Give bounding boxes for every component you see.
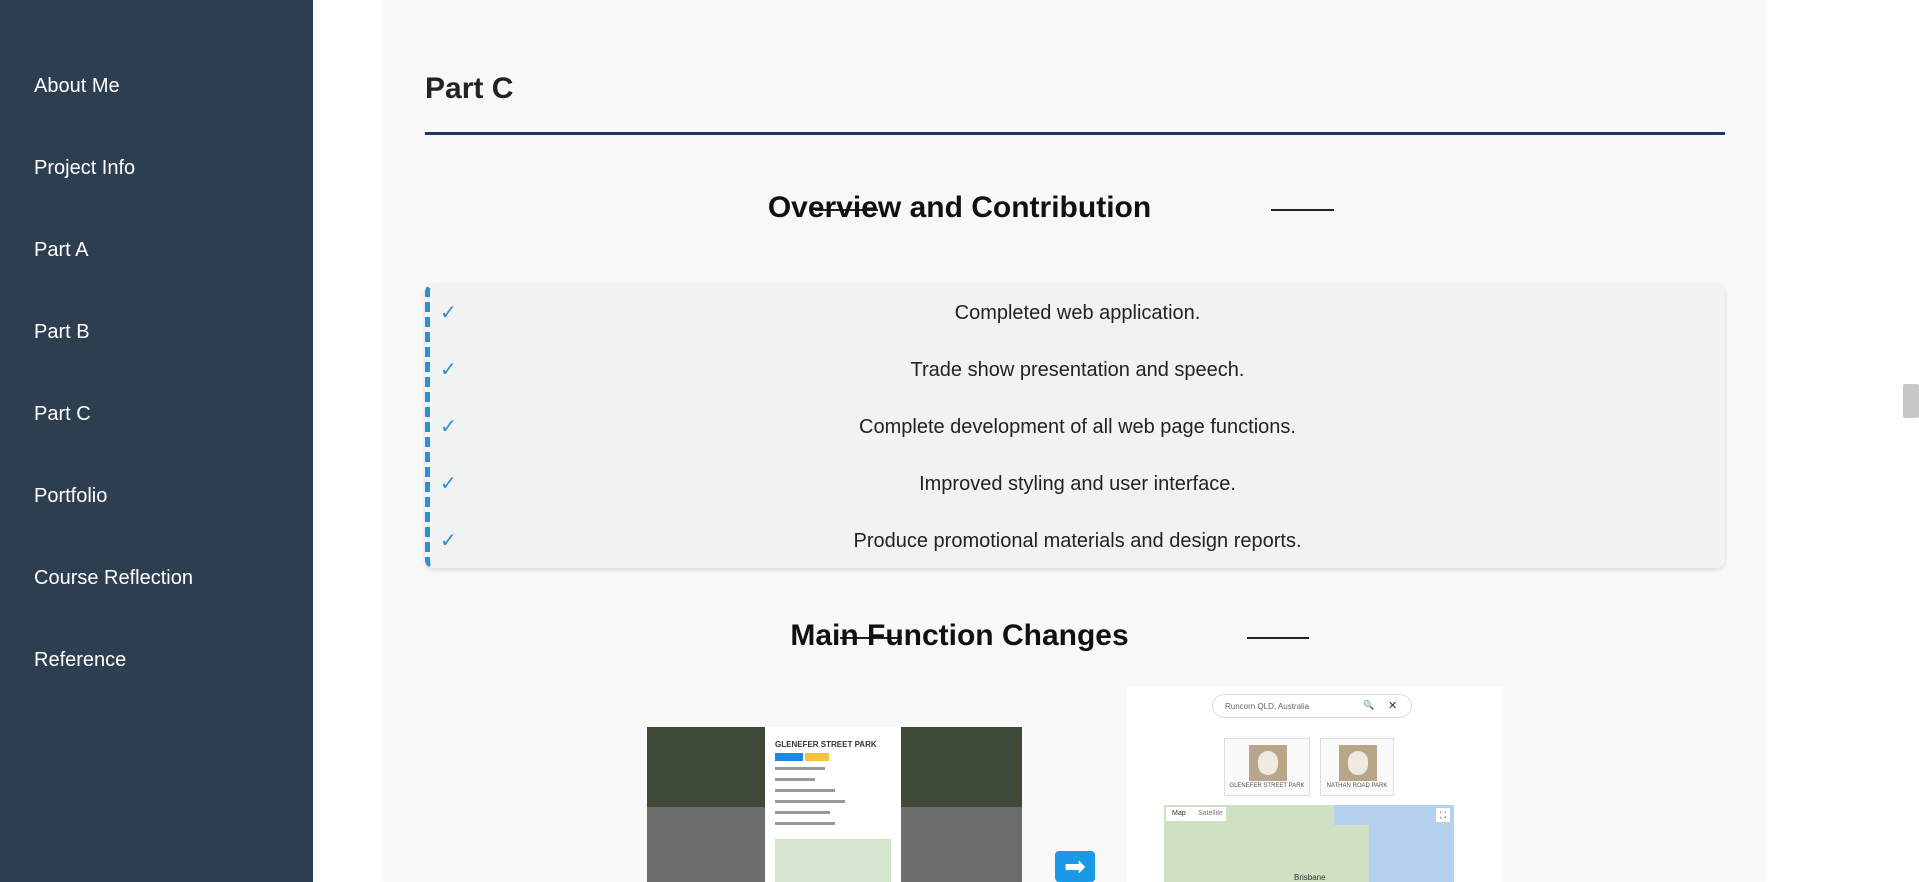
fullscreen-icon: ⛶: [1436, 808, 1450, 822]
popup-map-thumbnail: [775, 839, 891, 882]
overview-heading: Overview and Contribution: [0, 191, 1919, 225]
checklist-item-text: Trade show presentation and speech.: [910, 359, 1245, 381]
checklist-item: ✓ Completed web application.: [430, 298, 1725, 328]
close-icon: ✕: [1388, 700, 1398, 712]
checklist-item: ✓ Complete development of all web page f…: [430, 412, 1725, 442]
sidebar-item-part-a[interactable]: Part A: [34, 238, 88, 262]
popup-text-line: [775, 800, 845, 803]
changes-heading-text: Main Function Changes: [790, 619, 1129, 652]
popup-text-line: [775, 789, 835, 792]
heading-line-right: [1247, 637, 1309, 639]
map-type-tabs: Map Satellite: [1166, 807, 1226, 821]
heading-line-right: [1271, 209, 1334, 211]
popup-button-blue: [775, 753, 803, 761]
sidebar-item-about-me[interactable]: About Me: [34, 74, 120, 98]
before-screenshot: GLENEFER STREET PARK: [647, 727, 1022, 882]
contribution-checklist: ✓ Completed web application. ✓ Trade sho…: [425, 284, 1725, 568]
map-tab-map: Map: [1172, 810, 1186, 817]
overview-heading-text: Overview and Contribution: [767, 191, 1152, 224]
arrow-right-icon: ➡: [1055, 851, 1095, 882]
checklist-item-text: Complete development of all web page fun…: [859, 416, 1296, 438]
sidebar-item-part-b[interactable]: Part B: [34, 320, 90, 344]
popup-title: GLENEFER STREET PARK: [775, 740, 877, 749]
park-result-card: NATHAN ROAD PARK: [1320, 738, 1394, 796]
popup-text-line: [775, 822, 835, 825]
after-screenshot: Runcorn QLD, Australia 🔍 ✕ GLENEFER STRE…: [1127, 686, 1503, 882]
sidebar-item-portfolio[interactable]: Portfolio: [34, 484, 107, 508]
title-divider: [425, 132, 1725, 135]
park-result-label: GLENEFER STREET PARK: [1229, 783, 1305, 789]
sidebar-item-project-info[interactable]: Project Info: [34, 156, 135, 180]
park-result-card: GLENEFER STREET PARK: [1224, 738, 1310, 796]
search-bar: Runcorn QLD, Australia 🔍 ✕: [1212, 694, 1412, 718]
page-title: Part C: [425, 72, 514, 105]
changes-heading: Main Function Changes: [0, 619, 1919, 653]
checklist-item-text: Improved styling and user interface.: [919, 473, 1236, 495]
park-info-popup: GLENEFER STREET PARK: [765, 727, 901, 882]
scrollbar-thumb[interactable]: [1903, 384, 1919, 418]
sidebar-item-course-reflection[interactable]: Course Reflection: [34, 566, 193, 590]
popup-text-line: [775, 767, 825, 770]
park-result-label: NATHAN ROAD PARK: [1326, 783, 1388, 789]
popup-button-yellow: [805, 753, 829, 761]
checklist-item-text: Completed web application.: [954, 302, 1201, 324]
dog-image: [1258, 751, 1278, 775]
map-land: [1329, 825, 1369, 882]
search-value: Runcorn QLD, Australia: [1225, 702, 1310, 711]
popup-text-line: [775, 778, 815, 781]
dog-image: [1348, 751, 1368, 775]
sidebar-item-part-c[interactable]: Part C: [34, 402, 91, 426]
checklist-item-text: Produce promotional materials and design…: [853, 530, 1302, 552]
search-icon: 🔍: [1363, 700, 1375, 710]
popup-text-line: [775, 811, 830, 814]
map-city-label: Brisbane: [1294, 873, 1326, 882]
checklist-item: ✓ Produce promotional materials and desi…: [430, 526, 1725, 556]
map-preview: Map Satellite ⛶ Brisbane: [1164, 805, 1454, 882]
sidebar: About Me Project Info Part A Part B Part…: [0, 0, 313, 882]
map-tab-satellite: Satellite: [1198, 810, 1223, 817]
checklist-item: ✓ Improved styling and user interface.: [430, 469, 1725, 499]
checklist-item: ✓ Trade show presentation and speech.: [430, 355, 1725, 385]
